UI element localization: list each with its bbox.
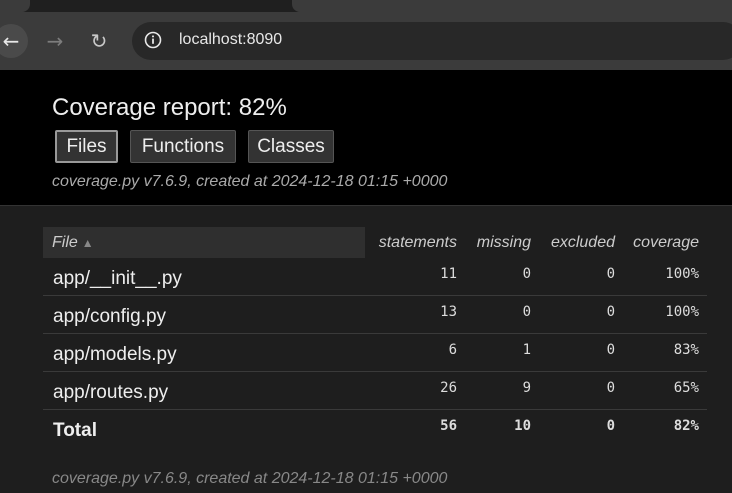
coverage-cell: 83% <box>673 342 699 358</box>
column-header-excluded[interactable]: excluded <box>531 227 615 258</box>
reload-icon[interactable]: ↻ <box>82 24 116 58</box>
coverage-table: File ▲ statements missing excluded covera… <box>43 227 707 448</box>
total-statements: 56 <box>440 418 457 434</box>
table-row: app/config.py 13 0 0 100% <box>43 296 707 334</box>
missing-cell: 9 <box>522 380 531 396</box>
coverage-cell: 100% <box>665 266 699 282</box>
excluded-cell: 0 <box>606 380 615 396</box>
column-header-coverage[interactable]: coverage <box>615 227 699 258</box>
excluded-cell: 0 <box>606 342 615 358</box>
file-link[interactable]: app/__init__.py <box>53 260 182 298</box>
column-header-file[interactable]: File ▲ <box>43 227 365 258</box>
table-row: app/__init__.py 11 0 0 100% <box>43 258 707 296</box>
total-excluded: 0 <box>606 418 615 434</box>
url-text[interactable]: localhost:8090 <box>179 31 282 49</box>
footer-created-info: coverage.py v7.6.9, created at 2024-12-1… <box>52 470 448 487</box>
missing-cell: 0 <box>522 304 531 320</box>
sort-ascending-icon: ▲ <box>81 236 94 250</box>
total-label: Total <box>53 420 97 441</box>
total-missing: 10 <box>514 418 531 434</box>
statements-cell: 13 <box>440 304 457 320</box>
site-info-icon[interactable] <box>144 31 162 49</box>
forward-arrow-icon[interactable]: → <box>38 24 72 58</box>
page-title: Coverage report: 82% <box>52 94 287 121</box>
coverage-cell: 65% <box>673 380 699 396</box>
total-row: Total 56 10 0 82% <box>43 410 707 448</box>
statements-cell: 6 <box>448 342 457 358</box>
excluded-cell: 0 <box>606 266 615 282</box>
file-link[interactable]: app/routes.py <box>53 374 168 412</box>
tab-classes[interactable]: Classes <box>248 130 334 163</box>
browser-tab[interactable] <box>292 0 732 12</box>
browser-tab[interactable] <box>0 0 30 12</box>
created-info: coverage.py v7.6.9, created at 2024-12-1… <box>52 173 448 190</box>
missing-cell: 0 <box>522 266 531 282</box>
browser-toolbar: ← → ↻ localhost:8090 <box>0 12 732 70</box>
tab-strip <box>0 0 732 12</box>
statements-cell: 26 <box>440 380 457 396</box>
total-coverage: 82% <box>673 418 699 434</box>
table-row: app/models.py 6 1 0 83% <box>43 334 707 372</box>
column-header-statements[interactable]: statements <box>365 227 457 258</box>
file-link[interactable]: app/models.py <box>53 336 177 374</box>
table-row: app/routes.py 26 9 0 65% <box>43 372 707 410</box>
back-arrow-icon[interactable]: ← <box>0 24 28 58</box>
tab-files[interactable]: Files <box>55 130 118 163</box>
missing-cell: 1 <box>522 342 531 358</box>
coverage-cell: 100% <box>665 304 699 320</box>
excluded-cell: 0 <box>606 304 615 320</box>
statements-cell: 11 <box>440 266 457 282</box>
address-bar[interactable]: localhost:8090 <box>132 22 732 60</box>
table-header: File ▲ statements missing excluded covera… <box>43 227 707 258</box>
report-header: Coverage report: 82% Files Functions Cla… <box>0 70 732 206</box>
column-header-missing[interactable]: missing <box>457 227 531 258</box>
tab-functions[interactable]: Functions <box>130 130 236 163</box>
file-link[interactable]: app/config.py <box>53 298 166 336</box>
